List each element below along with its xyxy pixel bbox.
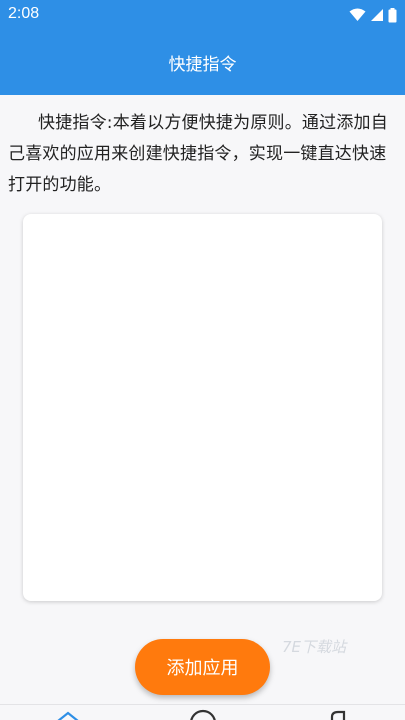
screen: 2:08 快捷指令 快捷指令:本着以方便快捷为原则。通过添加自己喜欢的应用来创建… bbox=[0, 0, 405, 720]
app-header: 2:08 快捷指令 bbox=[0, 0, 405, 95]
shortcut-list-card bbox=[23, 214, 382, 601]
add-app-button[interactable]: 添加应用 bbox=[135, 639, 270, 695]
battery-icon bbox=[388, 7, 397, 22]
status-icons bbox=[349, 6, 397, 24]
status-bar: 2:08 bbox=[0, 0, 405, 30]
intro-text: 快捷指令:本着以方便快捷为原则。通过添加自己喜欢的应用来创建快捷指令，实现一键直… bbox=[8, 113, 388, 195]
profile-icon[interactable] bbox=[318, 707, 358, 720]
page-title: 快捷指令 bbox=[168, 55, 237, 75]
bottom-nav bbox=[0, 704, 405, 720]
status-time: 2:08 bbox=[8, 5, 40, 22]
signal-icon bbox=[371, 9, 383, 21]
watermark: 7E下载站 bbox=[282, 638, 347, 656]
search-icon[interactable] bbox=[183, 707, 223, 720]
home-icon[interactable] bbox=[48, 707, 88, 720]
wifi-icon bbox=[349, 8, 366, 21]
